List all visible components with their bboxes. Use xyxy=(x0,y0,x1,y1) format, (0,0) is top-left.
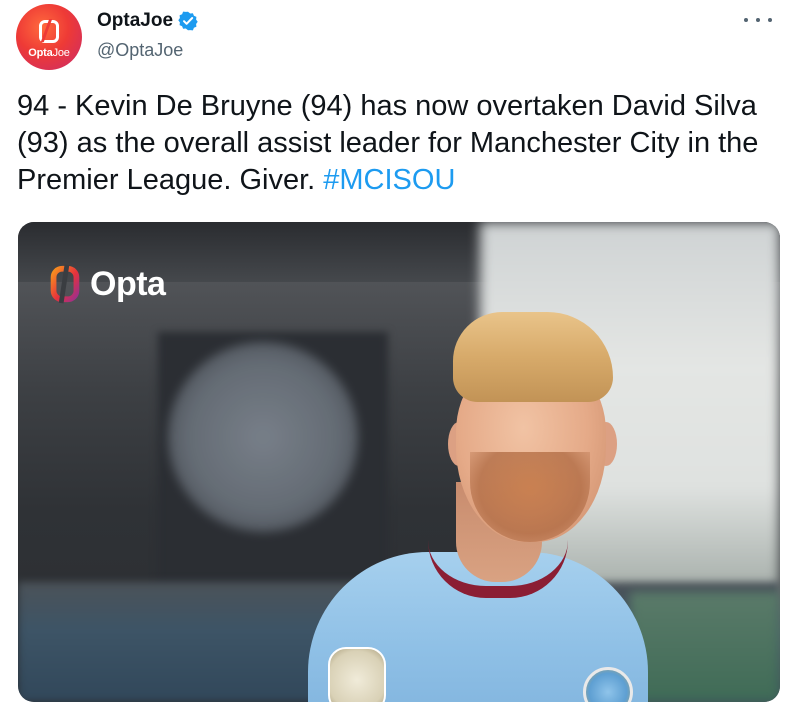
opta-avatar-mark-icon xyxy=(39,19,59,43)
tweet-media-image[interactable]: Opta xyxy=(18,222,780,702)
tweet: OptaJoe OptaJoe @OptaJoe 94 - Kevin De B… xyxy=(0,0,800,702)
player-photo xyxy=(288,252,708,702)
more-dot xyxy=(744,18,748,22)
opta-logo: Opta xyxy=(50,264,166,304)
hashtag-link[interactable]: #MCISOU xyxy=(323,164,455,196)
opta-logo-icon xyxy=(50,264,80,304)
opta-logo-text: Opta xyxy=(90,264,166,303)
tweet-text: 94 - Kevin De Bruyne (94) has now overta… xyxy=(17,88,787,199)
player-hair xyxy=(453,312,613,402)
author-avatar[interactable]: OptaJoe xyxy=(16,4,82,70)
author-handle[interactable]: @OptaJoe xyxy=(97,40,183,61)
avatar-label: OptaJoe xyxy=(28,46,70,59)
author-name-row: OptaJoe xyxy=(97,10,198,32)
more-dot xyxy=(756,18,760,22)
more-dot xyxy=(768,18,772,22)
premier-league-sleeve-badge-icon xyxy=(328,647,386,702)
verified-badge-icon xyxy=(178,11,198,31)
more-horizontal-icon[interactable] xyxy=(744,8,772,32)
author-display-name[interactable]: OptaJoe xyxy=(97,10,173,32)
